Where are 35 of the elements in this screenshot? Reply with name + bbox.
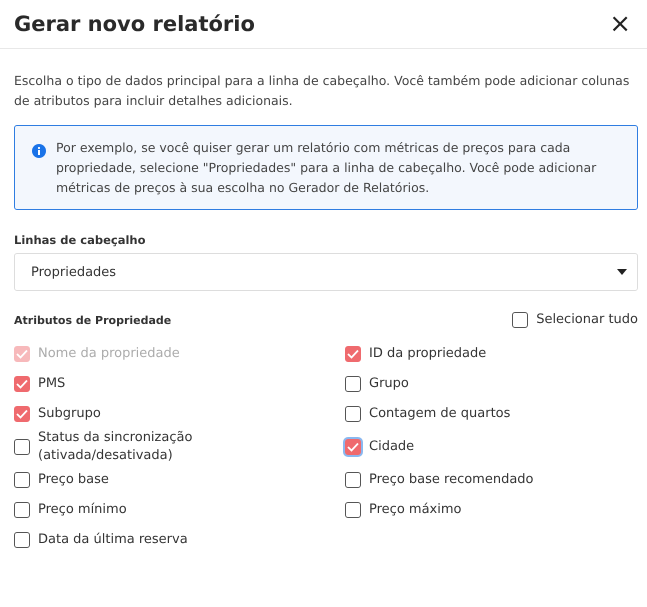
dialog-title: Gerar novo relatório <box>14 12 255 36</box>
close-button[interactable]: × <box>607 11 633 37</box>
info-text: Por exemplo, se você quiser gerar um relatório com métricas de preços para cada propriedade, selecione "Propriedades" para a linha de cabeçalho. Você pode adicionar métricas de preços à sua escolha no Gerador de Relatórios. <box>56 139 598 197</box>
checkbox-label: Preço mínimo <box>38 501 127 519</box>
intro-text: Escolha o tipo de dados principal para a linha de cabeçalho. Você também pode adicionar colunas de atributos para incluir detalhes adicionais. <box>14 72 630 110</box>
attribute-checkbox[interactable] <box>14 406 30 422</box>
checkbox-label: Grupo <box>369 375 409 393</box>
checkbox-label: Status da sincronização (ativada/desativada) <box>38 429 194 465</box>
attribute-checkbox[interactable] <box>345 472 361 488</box>
checkbox-label: Preço base recomendado <box>369 471 534 489</box>
attribute-checkbox[interactable] <box>345 406 361 422</box>
checkbox-label: ID da propriedade <box>369 345 486 363</box>
attribute-checkbox[interactable] <box>14 439 30 455</box>
checkbox-label: Contagem de quartos <box>369 405 510 423</box>
checkbox-label: Data da última reserva <box>38 531 188 549</box>
checkbox-label: Preço base <box>38 471 109 489</box>
select-all-checkbox[interactable] <box>512 312 528 328</box>
caret-icon <box>617 269 627 275</box>
checkbox-label: Selecionar tudo <box>536 311 638 329</box>
attribute-checkbox[interactable] <box>14 472 30 488</box>
info-icon <box>32 144 46 158</box>
attribute-checkbox[interactable] <box>345 376 361 392</box>
checkbox-label: Subgrupo <box>38 405 101 423</box>
attribute-checkbox[interactable] <box>14 376 30 392</box>
checkbox-label: Cidade <box>369 438 414 456</box>
attribute-checkbox[interactable] <box>345 346 361 362</box>
section-title: Atributos de Propriedade <box>14 314 172 326</box>
checkbox-label: Nome da propriedade <box>38 345 180 363</box>
checkbox-label: PMS <box>38 375 66 393</box>
attribute-checkbox[interactable] <box>14 502 30 518</box>
attribute-checkbox[interactable] <box>345 502 361 518</box>
checkbox-label: Preço máximo <box>369 501 462 519</box>
attribute-checkbox[interactable] <box>14 532 30 548</box>
header-rows-dropdown[interactable]: Propriedades <box>14 253 638 291</box>
field-label: Linhas de cabeçalho <box>14 233 147 247</box>
